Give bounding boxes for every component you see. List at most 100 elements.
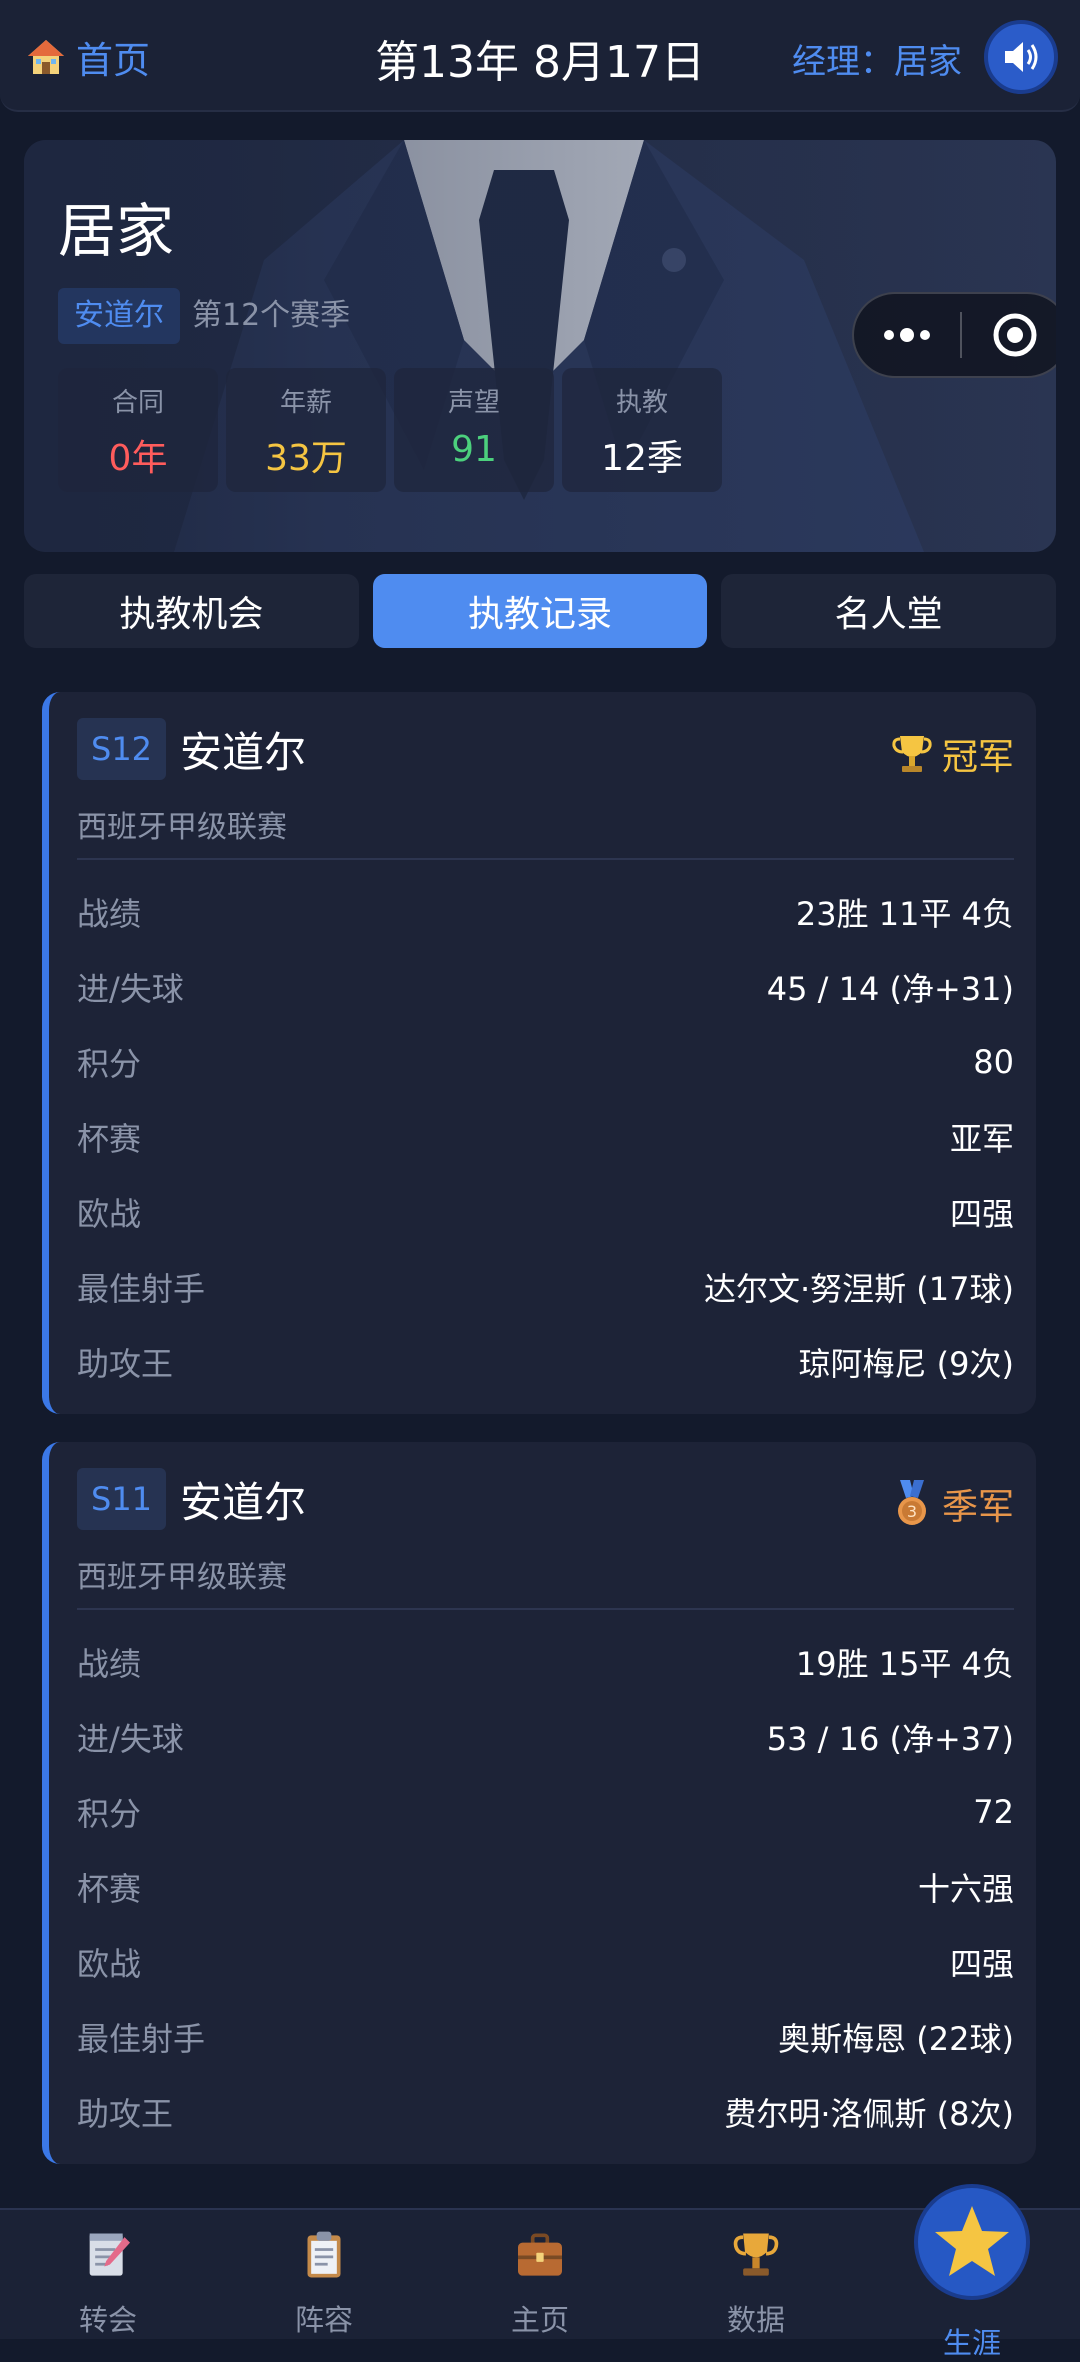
house-icon [28,40,64,74]
divider [77,1608,1014,1610]
nav-label: 主页 [510,2303,569,2337]
nav-data[interactable]: 数据 [648,2210,864,2339]
nav-label: 数据 [726,2303,785,2337]
record-row: 欧战 四强 [77,1924,1014,1999]
manager-label: 经理：居家 [792,42,962,82]
stat-value: 12季 [601,438,683,479]
honor-label: 季军 [941,1487,1014,1528]
record-row: 战绩 23胜 11平 4负 [77,874,1014,949]
sound-button[interactable] [984,20,1058,94]
stat-reputation: 声望 91 [394,368,554,492]
stat-label: 合同 [111,388,164,418]
row-label: 欧战 [77,1194,142,1233]
bronze-medal-icon: 3 [897,1480,926,1525]
target-circle-icon [993,313,1037,357]
season-record-card[interactable]: S12 安道尔 冠军 西班牙甲级联赛 战绩 23胜 11平 4负 进/失球 45 /… [42,692,1036,1414]
row-label: 最佳射手 [77,1269,206,1308]
nav-squad[interactable]: 阵容 [216,2210,432,2339]
notepad-pencil-icon [89,2233,130,2276]
record-row: 杯赛 亚军 [77,1099,1014,1174]
row-value: 80 [973,1042,1014,1081]
league-name: 西班牙甲级联赛 [77,1560,287,1595]
row-value: 亚军 [949,1119,1014,1158]
clipboard-icon [307,2231,341,2278]
row-label: 欧战 [77,1944,142,1983]
nav-transfer[interactable]: 转会 [0,2210,216,2339]
season-record-card[interactable]: S11 安道尔 3 季军 西班牙甲级联赛 战绩 19胜 15平 4负 进/失球 53… [42,1442,1036,2164]
row-value: 72 [973,1792,1014,1831]
nav-label: 转会 [78,2303,137,2337]
row-label: 战绩 [77,1644,142,1683]
nav-career[interactable]: 生涯 [864,2184,1080,2360]
row-label: 积分 [77,1794,142,1833]
row-value: 奥斯梅恩 (22球) [778,2019,1014,2058]
record-row: 最佳射手 达尔文·努涅斯 (17球) [77,1249,1014,1324]
nav-label: 生涯 [942,2326,1001,2360]
more-button[interactable] [854,292,960,378]
record-row: 进/失球 53 / 16 (净+37) [77,1699,1014,1774]
stat-value: 91 [451,429,497,470]
honor-label: 冠军 [941,737,1014,778]
record-header: S12 安道尔 [77,718,306,780]
divider [77,858,1014,860]
close-miniprogram-button[interactable] [962,292,1056,378]
stat-coaching-seasons: 执教 12季 [562,368,722,492]
row-label: 最佳射手 [77,2019,206,2058]
record-row: 杯赛 十六强 [77,1849,1014,1924]
record-team-name: 安道尔 [180,727,307,777]
row-value: 费尔明·洛佩斯 (8次) [724,2094,1014,2133]
row-value: 53 / 16 (净+37) [766,1719,1014,1758]
row-value: 琼阿梅尼 (9次) [798,1344,1014,1383]
manager-profile-card: 居家 安道尔 第12个赛季 合同 0年 年薪 33万 声望 91 执教 12季 [24,140,1056,552]
record-team-name: 安道尔 [180,1477,307,1527]
career-tabs: 执教机会 执教记录 名人堂 [24,574,1057,648]
row-value: 十六强 [917,1869,1014,1908]
more-dots-icon [884,328,930,342]
speaker-icon [1005,42,1038,72]
tab-hall-of-fame[interactable]: 名人堂 [721,574,1057,648]
svg-text:3: 3 [907,1502,917,1521]
row-value: 四强 [949,1194,1014,1233]
record-row: 战绩 19胜 15平 4负 [77,1624,1014,1699]
season-tag: S11 [77,1468,167,1530]
record-row: 进/失球 45 / 14 (净+31) [77,949,1014,1024]
stat-contract: 合同 0年 [58,368,218,492]
star-icon [935,2206,1009,2276]
row-label: 进/失球 [77,969,184,1008]
row-label: 战绩 [77,894,142,933]
trophy-icon [733,2233,779,2276]
trophy-icon [892,736,932,772]
stat-value: 0年 [108,438,168,479]
record-row: 欧战 四强 [77,1174,1014,1249]
row-label: 助攻王 [77,2094,174,2133]
row-label: 积分 [77,1044,142,1083]
stat-label: 执教 [615,388,668,418]
home-link[interactable]: 首页 [26,30,150,84]
row-label: 杯赛 [77,1869,142,1908]
stat-value: 33万 [265,438,347,479]
stat-label: 声望 [447,388,500,418]
row-value: 23胜 11平 4负 [795,894,1014,933]
record-rows: 战绩 19胜 15平 4负 进/失球 53 / 16 (净+37) 积分 72 杯赛 十… [77,1624,1014,2149]
current-team-badge[interactable]: 安道尔 [58,288,180,344]
record-row: 积分 80 [77,1024,1014,1099]
row-value: 19胜 15平 4负 [795,1644,1014,1683]
tab-coaching-records[interactable]: 执教记录 [372,574,708,648]
nav-home[interactable]: 主页 [432,2210,648,2339]
season-tag: S12 [77,718,167,780]
record-row: 最佳射手 奥斯梅恩 (22球) [77,1999,1014,2074]
record-row: 助攻王 琼阿梅尼 (9次) [77,1324,1014,1399]
record-header: S11 安道尔 [77,1468,306,1530]
record-row: 积分 72 [77,1774,1014,1849]
row-label: 杯赛 [77,1119,142,1158]
tab-coaching-offers[interactable]: 执教机会 [24,574,359,648]
top-bar: 首页 第13年 8月17日 经理：居家 [0,0,1080,112]
row-value: 达尔文·努涅斯 (17球) [703,1269,1014,1308]
stat-salary: 年薪 33万 [226,368,386,492]
nav-label: 阵容 [294,2303,353,2337]
row-value: 45 / 14 (净+31) [766,969,1014,1008]
row-value: 四强 [949,1944,1014,1983]
stat-label: 年薪 [279,388,332,418]
home-label: 首页 [76,39,150,82]
career-star-button[interactable] [914,2184,1030,2300]
